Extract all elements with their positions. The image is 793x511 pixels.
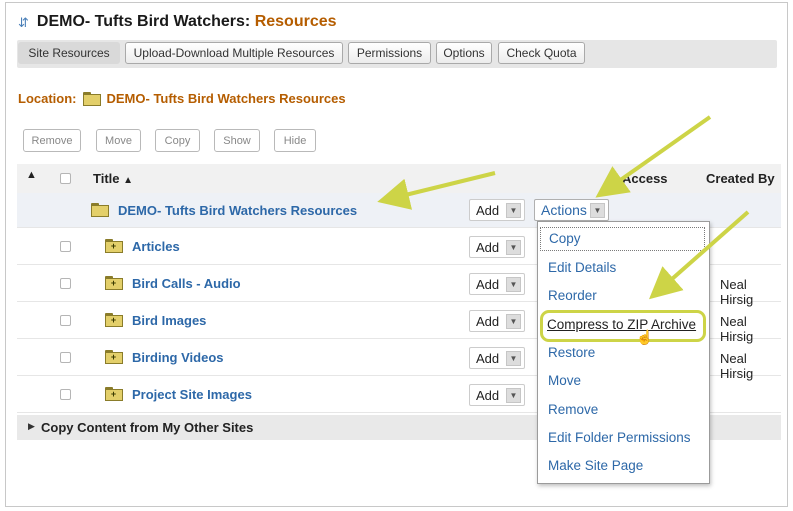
arrow-to-compress [648,210,750,300]
arrow-to-folder [377,171,496,210]
arrow-to-actions [595,115,712,198]
annotation-arrows [377,115,750,300]
